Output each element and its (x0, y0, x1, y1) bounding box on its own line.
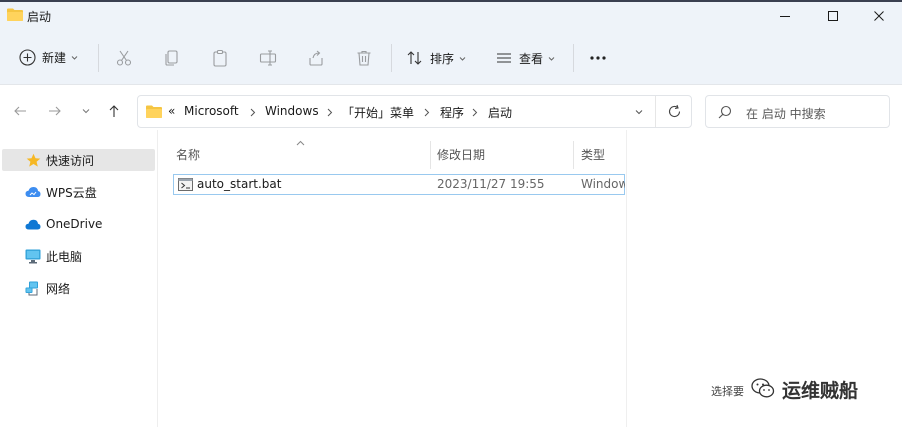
forward-button[interactable] (44, 100, 66, 122)
network-icon (25, 280, 41, 296)
breadcrumb-item[interactable]: 「开始」菜单 (342, 104, 414, 121)
file-type: Window (581, 177, 625, 191)
up-button[interactable] (103, 100, 125, 122)
more-dots-icon (590, 56, 606, 60)
share-icon (309, 50, 323, 66)
computer-icon (25, 248, 41, 264)
file-modified: 2023/11/27 19:55 (437, 177, 545, 191)
folder-icon (146, 105, 162, 118)
toolbar-divider (391, 44, 392, 72)
chevron-right-icon[interactable] (472, 108, 478, 117)
recent-locations-button[interactable] (75, 100, 97, 122)
chevron-right-icon[interactable] (250, 108, 256, 117)
delete-button[interactable] (355, 49, 373, 67)
sort-icon (407, 51, 422, 65)
sort-ascending-icon (296, 140, 305, 146)
search-icon (718, 105, 732, 119)
sidebar-item-wps-cloud[interactable]: WPS云盘 (2, 181, 155, 203)
content-edge (626, 130, 627, 427)
copy-icon (165, 50, 178, 66)
watermark: 选择要 运维贼船 (711, 374, 891, 402)
minimize-icon (780, 16, 790, 17)
title-bar: 启动 (0, 2, 902, 32)
maximize-button[interactable] (810, 2, 856, 30)
paste-icon (213, 49, 227, 67)
breadcrumb-item[interactable]: Windows (265, 104, 319, 118)
breadcrumb-item-current[interactable]: 启动 (488, 104, 512, 121)
sidebar-item-label: OneDrive (46, 217, 103, 231)
column-header-modified[interactable]: 修改日期 (437, 146, 485, 163)
sidebar-item-network[interactable]: 网络 (2, 277, 155, 299)
more-options-button[interactable] (588, 48, 608, 68)
column-header-name[interactable]: 名称 (176, 146, 200, 163)
chevron-down-icon (548, 56, 555, 61)
share-button[interactable] (307, 49, 325, 67)
back-button[interactable] (9, 100, 31, 122)
breadcrumb-overflow[interactable]: « (168, 104, 175, 118)
breadcrumb-item[interactable]: 程序 (440, 104, 464, 121)
command-bar: 新建 排序 查看 (0, 32, 902, 85)
maximize-icon (828, 11, 838, 21)
sidebar-item-quick-access[interactable]: 快速访问 (2, 149, 155, 171)
rename-icon (259, 50, 277, 66)
navigation-pane: 快速访问 WPS云盘 OneDrive 此电脑 网络 (0, 130, 157, 427)
batch-file-icon (178, 178, 193, 191)
minimize-button[interactable] (762, 2, 808, 30)
chevron-down-icon (71, 56, 78, 60)
sidebar-item-onedrive[interactable]: OneDrive (2, 213, 155, 235)
sidebar-item-label: 此电脑 (46, 249, 83, 264)
back-arrow-icon (14, 106, 26, 116)
search-box[interactable]: 在 启动 中搜索 (705, 95, 890, 128)
copy-button[interactable] (163, 49, 181, 67)
watermark-small-text: 选择要 (711, 385, 744, 398)
sidebar-item-label: WPS云盘 (46, 185, 97, 200)
search-placeholder: 在 启动 中搜索 (746, 107, 826, 121)
star-icon (25, 152, 41, 168)
toolbar-divider (98, 44, 99, 72)
toolbar-divider (573, 44, 574, 72)
folder-icon (7, 8, 23, 21)
chevron-down-icon (82, 109, 90, 114)
watermark-brand: 运维贼船 (782, 380, 859, 402)
rename-button[interactable] (259, 49, 277, 67)
view-button[interactable]: 查看 (495, 49, 555, 67)
column-header-type[interactable]: 类型 (581, 146, 605, 163)
new-label: 新建 (42, 51, 67, 65)
view-label: 查看 (519, 51, 544, 66)
sidebar-item-label: 快速访问 (46, 153, 95, 168)
sort-button[interactable]: 排序 (406, 49, 466, 67)
address-bar[interactable]: « Microsoft Windows 「开始」菜单 程序 启动 (137, 95, 692, 128)
sidebar-item-label: 网络 (46, 281, 71, 296)
window-title: 启动 (27, 10, 52, 24)
file-row[interactable]: auto_start.bat 2023/11/27 19:55 Window (173, 174, 625, 195)
wps-cloud-icon (25, 184, 41, 200)
view-icon (497, 53, 511, 63)
chevron-right-icon[interactable] (327, 108, 333, 117)
close-button[interactable] (856, 2, 902, 30)
column-divider[interactable] (430, 141, 431, 169)
chevron-down-icon[interactable] (634, 107, 644, 117)
chevron-right-icon[interactable] (424, 108, 430, 117)
breadcrumb-item[interactable]: Microsoft (184, 104, 239, 118)
refresh-icon[interactable] (667, 104, 682, 119)
wechat-logo-icon (751, 378, 775, 398)
cut-icon (116, 50, 132, 66)
sidebar-item-this-pc[interactable]: 此电脑 (2, 245, 155, 267)
pane-divider (157, 130, 158, 427)
close-icon (874, 11, 884, 21)
sort-label: 排序 (430, 51, 455, 66)
up-arrow-icon (109, 105, 119, 117)
paste-button[interactable] (211, 49, 229, 67)
file-name: auto_start.bat (197, 177, 282, 191)
new-button[interactable]: 新建 (19, 49, 78, 66)
forward-arrow-icon (49, 106, 61, 116)
address-divider (655, 96, 656, 127)
plus-circle-icon (19, 49, 36, 66)
onedrive-cloud-icon (25, 216, 41, 232)
chevron-down-icon (459, 56, 466, 61)
cut-button[interactable] (115, 49, 133, 67)
delete-icon (357, 50, 371, 66)
column-divider[interactable] (573, 141, 574, 169)
